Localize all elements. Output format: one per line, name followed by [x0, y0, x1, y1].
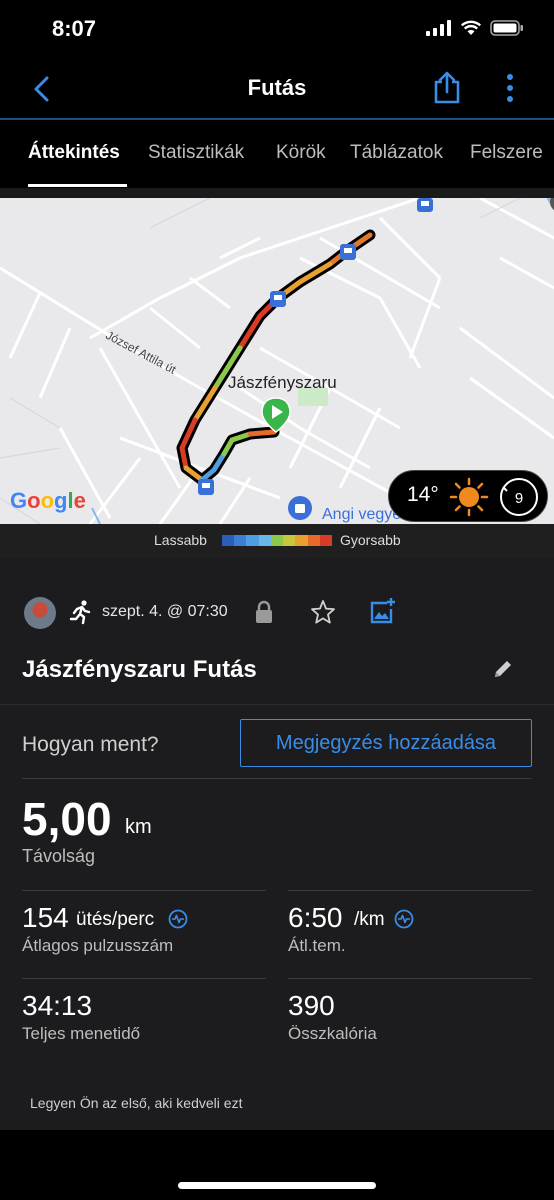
- section-divider: [0, 704, 554, 705]
- google-logo: Google: [10, 488, 86, 513]
- activity-date: szept. 4. @ 07:30: [102, 603, 228, 620]
- tab-charts[interactable]: Táblázatok: [350, 142, 443, 164]
- wind-dial-icon: 9: [500, 478, 538, 516]
- divider: [22, 978, 266, 979]
- edit-pencil-icon[interactable]: [492, 658, 514, 680]
- legend-color-bar: [222, 535, 332, 546]
- divider: [22, 890, 266, 891]
- tab-overview[interactable]: Áttekintés: [28, 142, 120, 164]
- legend-swatch: [319, 535, 332, 546]
- share-icon[interactable]: [432, 70, 462, 104]
- nav-bar: Futás: [0, 62, 554, 118]
- legend-fast-label: Gyorsabb: [340, 532, 401, 548]
- weather-badge[interactable]: 14° 9: [388, 470, 548, 522]
- start-marker-icon: [261, 397, 291, 433]
- distance-unit: km: [125, 816, 152, 838]
- legend-swatch: [307, 535, 320, 546]
- total-time-value: 34:13: [22, 990, 93, 1021]
- activity-meta-row: szept. 4. @ 07:30: [22, 595, 532, 631]
- total-time-label: Teljes menetidő: [22, 1024, 141, 1043]
- distance-value: 5,00: [22, 793, 112, 845]
- pace-label: Átl.tem.: [288, 936, 346, 955]
- status-icons: [426, 20, 524, 36]
- legend-swatch: [270, 535, 284, 546]
- pace-value: 6:50: [288, 902, 343, 933]
- divider: [288, 890, 532, 891]
- heart-rate-unit: ütés/perc: [76, 909, 155, 930]
- heart-rate-label: Átlagos pulzusszám: [22, 936, 174, 955]
- legend-swatch: [258, 535, 271, 546]
- status-time: 8:07: [52, 16, 97, 41]
- how-did-it-go-label: Hogyan ment?: [22, 733, 159, 756]
- add-photo-icon[interactable]: [368, 597, 396, 625]
- wind-speed: 9: [515, 490, 523, 507]
- pace-legend: Lassabb Gyorsabb: [0, 524, 554, 558]
- heart-rate-value: 154: [22, 902, 69, 933]
- tab-bar: Áttekintés Statisztikák Körök Táblázatok…: [0, 120, 554, 188]
- sun-icon: [449, 477, 489, 517]
- legend-swatch: [283, 535, 296, 546]
- distance-label: Távolság: [22, 846, 96, 866]
- activity-title: Jászfényszaru Futás: [22, 656, 257, 683]
- heart-rate-chart-icon[interactable]: [168, 909, 188, 929]
- bottom-area: [0, 1130, 554, 1200]
- running-icon: [69, 600, 91, 625]
- signal-icon: [426, 20, 451, 36]
- avatar[interactable]: [24, 597, 56, 629]
- legend-swatch: [234, 535, 247, 546]
- star-icon[interactable]: [310, 599, 336, 625]
- route-map[interactable]: Jászfényszaru József Attila út Angi vegy…: [0, 198, 554, 524]
- calories-label: Összkalória: [288, 1024, 377, 1043]
- shopping-bag-icon: [288, 496, 312, 520]
- tab-active-indicator: [28, 184, 127, 187]
- legend-swatch: [246, 535, 259, 546]
- page-title: Futás: [247, 75, 307, 100]
- wifi-icon: [460, 20, 482, 35]
- lock-icon[interactable]: [254, 599, 274, 625]
- divider: [22, 778, 532, 779]
- like-prompt[interactable]: Legyen Ön az első, aki kedveli ezt: [30, 1095, 242, 1111]
- pace-chart-icon[interactable]: [394, 909, 414, 929]
- status-bar: 8:07: [0, 0, 554, 62]
- legend-swatch: [222, 535, 235, 546]
- tab-gear[interactable]: Felszere: [470, 142, 543, 164]
- compass-icon: [550, 198, 554, 210]
- battery-icon: [490, 20, 523, 36]
- weather-temperature: 14°: [407, 483, 439, 506]
- pace-unit: /km: [354, 909, 385, 930]
- activity-summary: szept. 4. @ 07:30 Jászfényszaru Futás Ho…: [0, 558, 554, 1130]
- tabs-bottom-spacer: [0, 188, 554, 198]
- legend-slow-label: Lassabb: [154, 532, 207, 548]
- more-vertical-icon[interactable]: [500, 72, 520, 104]
- divider: [288, 978, 532, 979]
- legend-swatch: [295, 535, 308, 546]
- calories-value: 390: [288, 990, 335, 1021]
- tab-statistics[interactable]: Statisztikák: [148, 142, 244, 164]
- add-note-button[interactable]: Megjegyzés hozzáadása: [240, 719, 532, 767]
- tab-laps[interactable]: Körök: [276, 142, 326, 164]
- home-indicator[interactable]: [178, 1182, 376, 1189]
- map-town-label: Jászfényszaru: [228, 373, 337, 392]
